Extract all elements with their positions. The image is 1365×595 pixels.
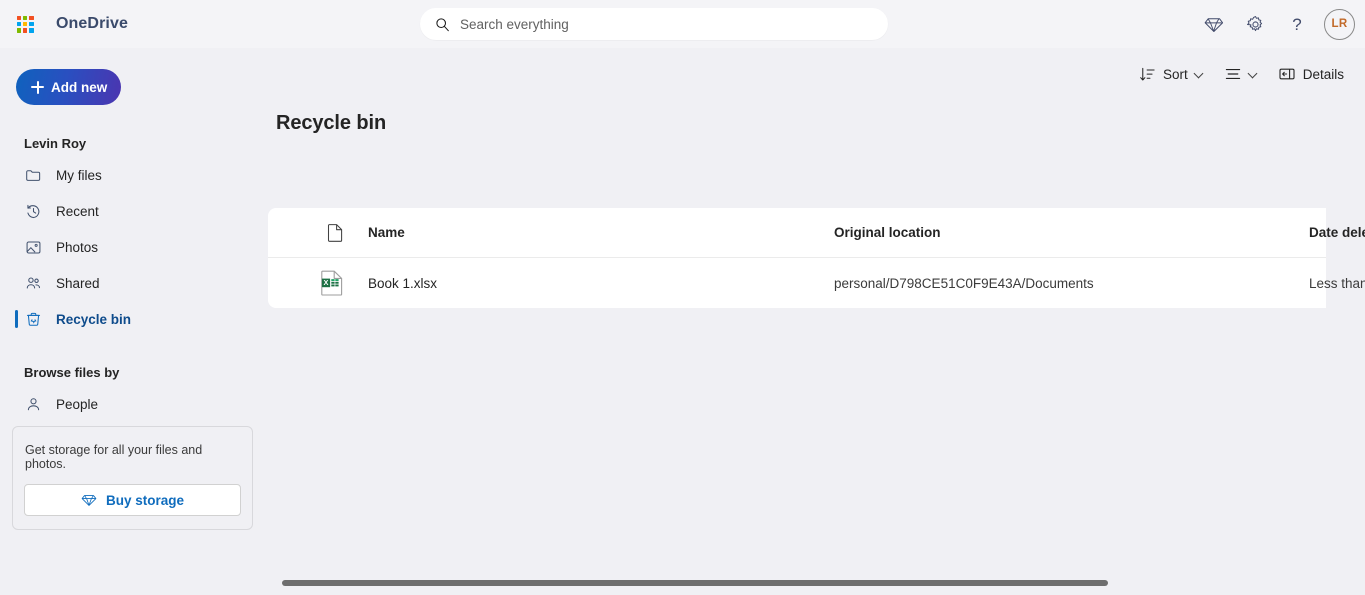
sidebar-nav: My files Recent Photos Shared Recycle bi… [0,157,268,337]
sidebar-item-label: Shared [56,275,100,291]
sidebar: Add new Levin Roy My files Recent Photos… [0,48,268,595]
sidebar-item-people[interactable]: People [0,386,268,422]
app-launcher-grid-icon [16,15,34,33]
sort-button[interactable]: Sort [1130,58,1213,90]
search-box[interactable] [420,8,888,40]
horizontal-scrollbar-thumb[interactable] [282,580,1108,586]
sidebar-item-label: Photos [56,239,99,255]
sort-arrow-icon [1140,67,1155,80]
sidebar-item-label: Recent [56,203,99,219]
help-button[interactable]: ? [1280,7,1314,41]
column-header-name[interactable]: Name [368,225,834,240]
diamond-icon [81,495,97,506]
browse-files-by-heading: Browse files by [24,365,120,380]
chevron-down-icon [1195,70,1204,79]
buy-storage-button[interactable]: Buy storage [24,484,241,516]
add-new-label: Add new [51,79,108,95]
search-container [420,8,888,40]
premium-diamond-icon [1204,17,1223,32]
column-header-date-deleted[interactable]: Date deleted [1309,225,1365,240]
sidebar-item-my-files[interactable]: My files [0,157,268,193]
recycle-bin-icon [24,310,42,328]
history-clock-icon [24,202,42,220]
row-file-icon-cell: X [268,270,368,296]
brand-onedrive[interactable]: OneDrive [56,15,128,33]
sidebar-item-shared[interactable]: Shared [0,265,268,301]
row-date-deleted: Less than a minute ago [1309,275,1365,291]
sidebar-item-recent[interactable]: Recent [0,193,268,229]
storage-upsell-text: Get storage for all your files and photo… [25,443,203,471]
sidebar-item-label: My files [56,167,102,183]
search-icon [436,17,449,31]
column-header-original-location[interactable]: Original location [834,225,1309,240]
storage-upsell-card: Get storage for all your files and photo… [12,426,253,530]
sort-label: Sort [1162,66,1188,82]
view-options-button[interactable] [1215,58,1267,90]
search-input[interactable] [460,16,873,32]
command-toolbar: Sort Details [268,48,1365,100]
sidebar-item-label: People [56,396,99,412]
column-header-icon[interactable] [268,223,368,242]
svg-text:X: X [324,278,329,287]
sidebar-item-photos[interactable]: Photos [0,229,268,265]
app-header: OneDrive ? LR [0,0,1365,48]
row-file-name[interactable]: Book 1.xlsx [368,276,834,291]
premium-diamond-button[interactable] [1196,7,1230,41]
person-icon [24,395,42,413]
photo-image-icon [24,238,42,256]
avatar[interactable]: LR [1324,8,1355,40]
account-name: Levin Roy [24,136,87,151]
view-list-icon [1225,69,1240,79]
sidebar-browse-nav: People [0,386,268,422]
excel-file-icon: X [321,270,343,296]
details-label: Details [1302,66,1344,82]
horizontal-scrollbar[interactable] [268,578,1365,588]
files-table: Name Original location Date deleted X [268,208,1365,308]
main-content: Sort Details Recycle bin Name Original l… [268,48,1365,595]
people-shared-icon [24,274,42,292]
settings-button[interactable] [1238,7,1272,41]
document-icon [327,224,343,242]
chevron-down-icon [1249,70,1258,79]
sidebar-item-recycle-bin[interactable]: Recycle bin [0,301,268,337]
table-header-row: Name Original location Date deleted [268,208,1365,258]
details-panel-icon [1279,68,1295,80]
add-new-button[interactable]: Add new [16,69,121,105]
header-actions: ? LR [1196,0,1355,48]
page-title: Recycle bin [276,112,387,134]
help-question-icon: ? [1292,14,1302,34]
details-button[interactable]: Details [1269,58,1353,90]
folder-icon [24,166,42,184]
settings-gear-icon [1246,15,1262,31]
buy-storage-label: Buy storage [105,492,185,508]
sidebar-item-label: Recycle bin [56,311,132,327]
table-row[interactable]: X Book 1.xlsx personal/D798CE51C0F9E43A/… [268,258,1365,308]
plus-icon [31,80,44,94]
app-launcher-button[interactable] [6,5,44,43]
row-original-location: personal/D798CE51C0F9E43A/Documents [834,275,1094,291]
